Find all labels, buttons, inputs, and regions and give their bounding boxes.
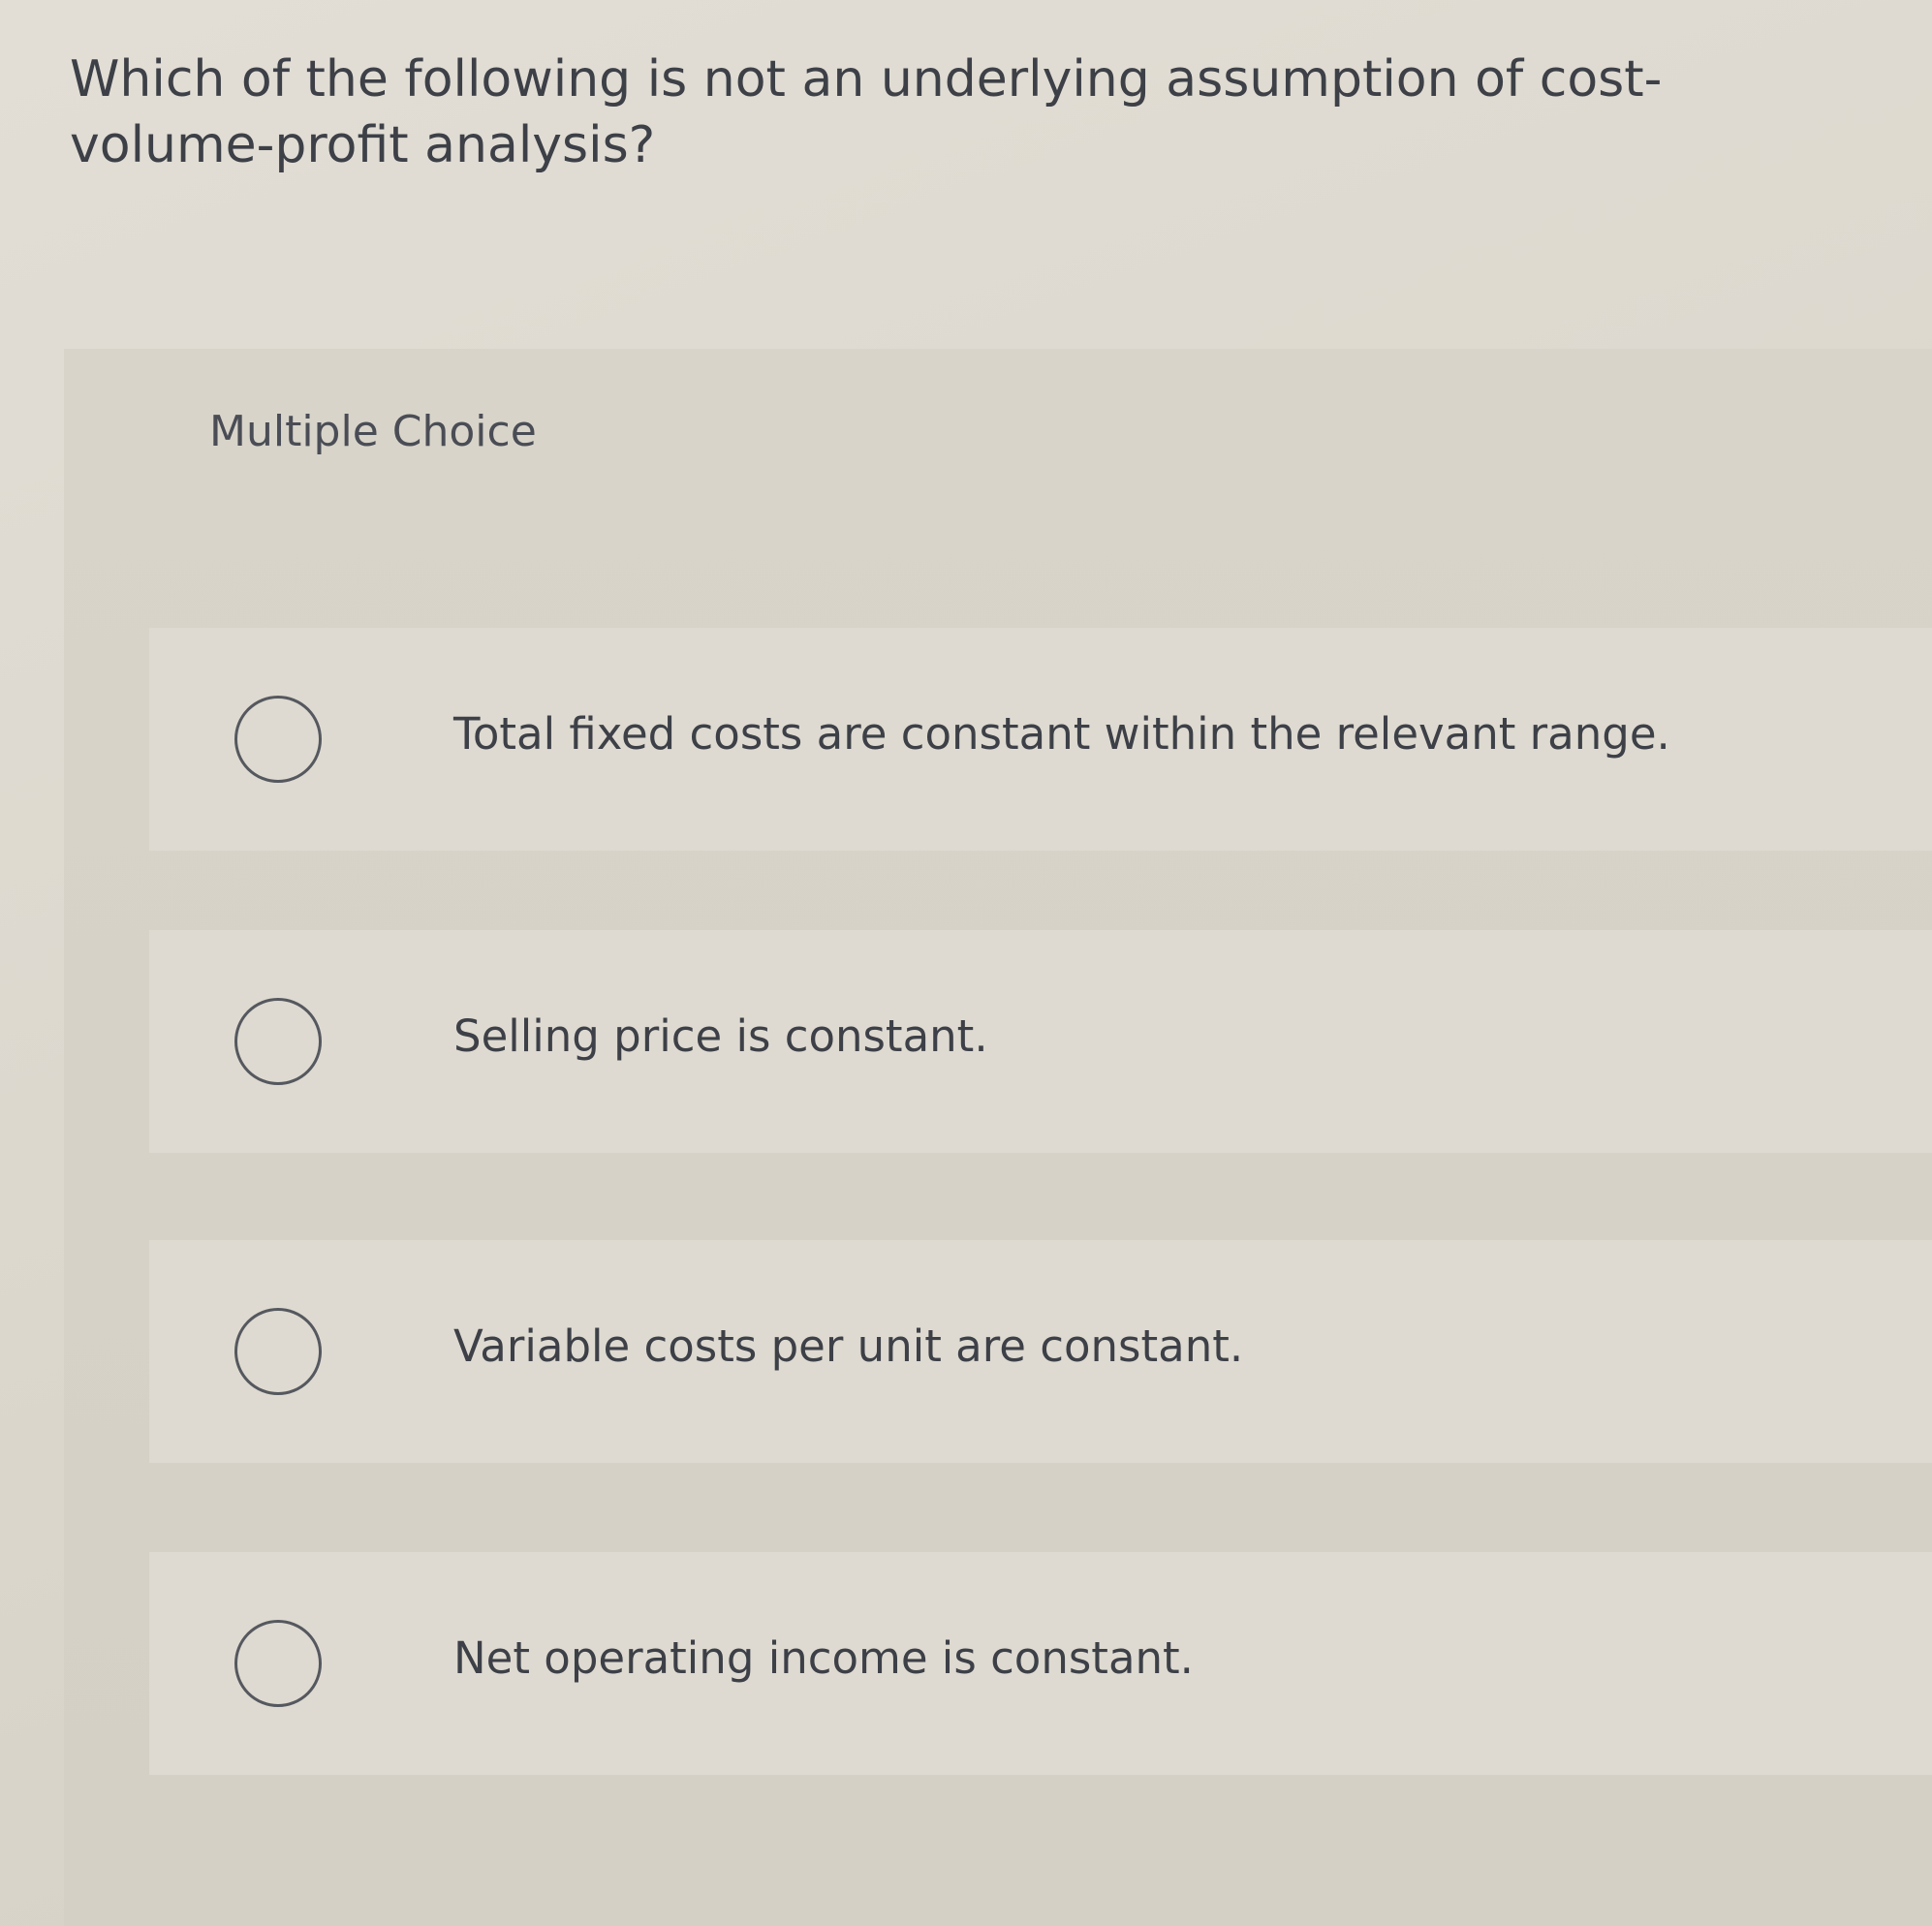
- radio-button-icon[interactable]: [234, 696, 322, 783]
- choice-option-1[interactable]: Total fixed costs are constant within th…: [149, 628, 1932, 851]
- radio-button-icon[interactable]: [234, 998, 322, 1085]
- choice-label: Variable costs per unit are constant.: [453, 1320, 1244, 1372]
- choice-option-2[interactable]: Selling price is constant.: [149, 930, 1932, 1153]
- multiple-choice-label: Multiple Choice: [209, 407, 537, 456]
- question-text: Which of the following is not an underly…: [70, 50, 1663, 174]
- radio-button-icon[interactable]: [234, 1308, 322, 1395]
- choice-option-3[interactable]: Variable costs per unit are constant.: [149, 1240, 1932, 1463]
- multiple-choice-panel: Multiple Choice Total fixed costs are co…: [64, 349, 1932, 1926]
- choice-label: Total fixed costs are constant within th…: [453, 708, 1670, 760]
- choice-label: Selling price is constant.: [453, 1010, 988, 1062]
- choice-label: Net operating income is constant.: [453, 1632, 1194, 1684]
- radio-button-icon[interactable]: [234, 1620, 322, 1707]
- choice-option-4[interactable]: Net operating income is constant.: [149, 1552, 1932, 1775]
